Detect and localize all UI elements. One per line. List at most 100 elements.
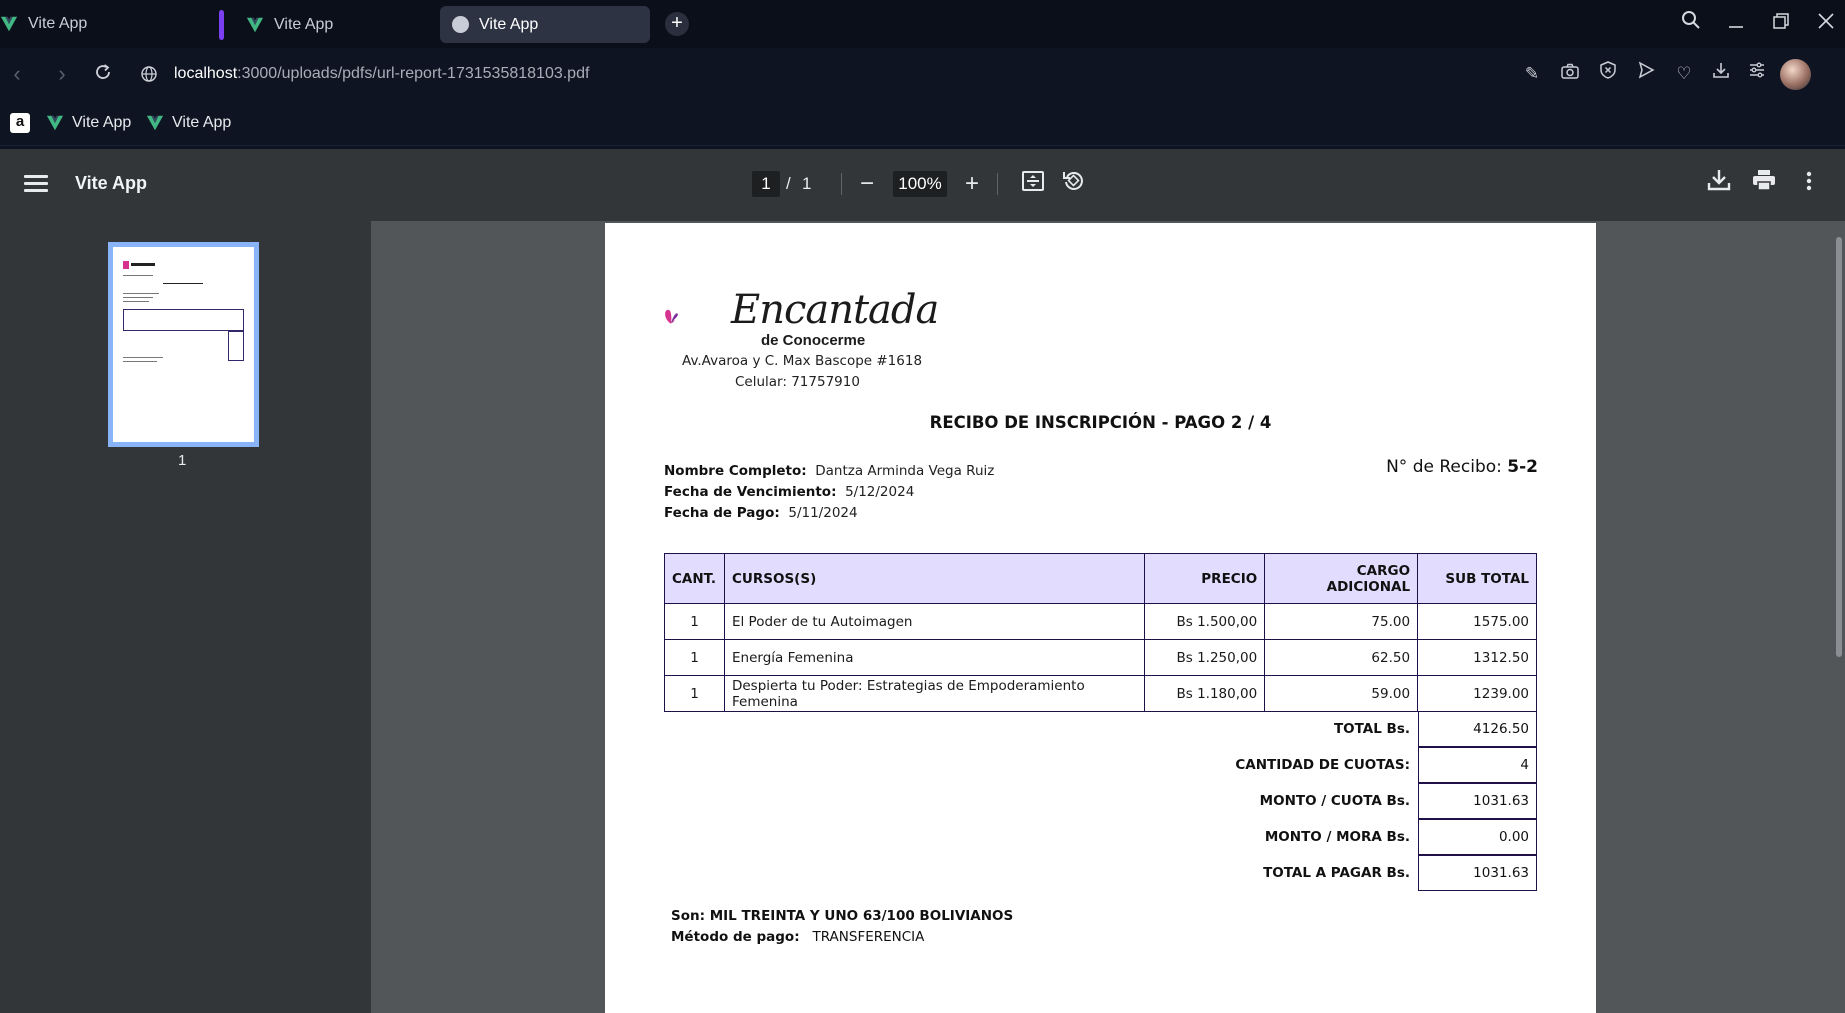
url-field[interactable]: localhost:3000/uploads/pdfs/url-report-1…	[136, 56, 1476, 92]
browser-tab-strip: Vite App Vite App Vite App +	[0, 0, 1845, 48]
send-icon[interactable]	[1633, 61, 1659, 87]
late-fee-row: MONTO / MORA Bs. 0.00	[664, 819, 1537, 855]
vite-logo-icon	[146, 115, 164, 131]
forward-icon[interactable]: ›	[48, 60, 76, 88]
new-tab-button[interactable]: +	[665, 12, 689, 36]
installment-amount-label: MONTO / CUOTA Bs.	[1259, 793, 1410, 809]
scrollbar-thumb[interactable]	[1836, 237, 1842, 657]
name-value: Dantza Arminda Vega Ruiz	[815, 463, 995, 479]
download-icon[interactable]	[1704, 169, 1734, 199]
heart-icon[interactable]: ♡	[1671, 61, 1697, 87]
amount-due-value: 1031.63	[1418, 855, 1537, 891]
fit-page-icon[interactable]	[1018, 169, 1048, 199]
tab-vite-app-1[interactable]: Vite App	[0, 5, 99, 42]
bookmarks-bar: a Vite App Vite App	[0, 101, 1845, 146]
amazon-icon: a	[10, 113, 30, 133]
tab-vite-app-2[interactable]: Vite App	[218, 6, 434, 43]
business-phone: Celular: 71757910	[735, 374, 860, 390]
page-number-input[interactable]: 1	[752, 171, 780, 197]
tab-title: Vite App	[479, 15, 539, 33]
close-icon[interactable]	[1811, 10, 1841, 38]
cell-extra-charge: 62.50	[1264, 639, 1419, 676]
minimize-icon[interactable]	[1721, 10, 1751, 38]
restore-icon[interactable]	[1766, 10, 1796, 38]
table-row: 1 Energía Femenina Bs 1.250,00 62.50 131…	[664, 639, 1537, 676]
adblock-icon[interactable]	[1595, 61, 1621, 87]
cell-course: El Poder de tu Autoimagen	[723, 603, 1146, 640]
search-tabs-icon[interactable]	[1676, 10, 1706, 38]
installment-amount-value: 1031.63	[1418, 783, 1537, 819]
bookmark-amazon[interactable]: a	[10, 111, 30, 135]
total-value: 4126.50	[1418, 711, 1537, 747]
column-header: CANT.	[664, 553, 725, 604]
pdf-toolbar: Vite App 1 / 1 − 100% +	[0, 149, 1845, 221]
due-date-label: Fecha de Vencimiento:	[664, 484, 837, 500]
bookmark-label: Vite App	[72, 114, 132, 131]
installment-amount-row: MONTO / CUOTA Bs. 1031.63	[664, 783, 1537, 819]
vite-logo-icon	[0, 16, 18, 31]
column-header: SUB TOTAL	[1417, 553, 1537, 604]
print-icon[interactable]	[1749, 169, 1779, 199]
pdf-title: Vite App	[75, 173, 148, 193]
url-path: :3000/uploads/pdfs/url-report-1731535818…	[237, 65, 590, 82]
receipt-label: N° de Recibo:	[1386, 457, 1502, 477]
installments-label: CANTIDAD DE CUOTAS:	[1235, 757, 1410, 773]
page-total: 1	[802, 174, 812, 193]
cell-subtotal: 1239.00	[1417, 675, 1537, 712]
cell-quantity: 1	[664, 675, 725, 712]
document-title: RECIBO DE INSCRIPCIÓN - PAGO 2 / 4	[929, 413, 1272, 432]
cell-price: Bs 1.500,00	[1144, 603, 1266, 640]
installments-row: CANTIDAD DE CUOTAS: 4	[664, 747, 1537, 783]
name-line: Nombre Completo: Dantza Arminda Vega Rui…	[664, 463, 994, 479]
business-address: Av.Avaroa y C. Max Bascope #1618	[682, 353, 923, 369]
tab-title: Vite App	[274, 15, 334, 33]
cell-price: Bs 1.250,00	[1144, 639, 1266, 676]
butterfly-logo-icon	[665, 309, 678, 324]
vertical-scrollbar[interactable]	[1833, 221, 1845, 1013]
back-icon[interactable]: ‹	[3, 60, 31, 88]
cell-quantity: 1	[664, 639, 725, 676]
due-date-value: 5/12/2024	[845, 484, 915, 500]
cell-extra-charge: 59.00	[1264, 675, 1419, 712]
payment-date-label: Fecha de Pago:	[664, 505, 780, 521]
column-header: CARGO ADICIONAL	[1264, 553, 1419, 604]
total-row: TOTAL Bs. 4126.50	[664, 711, 1537, 747]
hamburger-menu-icon[interactable]	[22, 171, 50, 199]
page-thumbnail[interactable]	[108, 242, 259, 447]
bookmark-vite-app-1[interactable]: Vite App	[46, 111, 131, 135]
amount-due-row: TOTAL A PAGAR Bs. 1031.63	[664, 855, 1537, 891]
table-header-row: CANT. CURSOS(S) PRECIO CARGO ADICIONAL S…	[664, 553, 1537, 604]
cell-quantity: 1	[664, 603, 725, 640]
settings-sliders-icon[interactable]	[1744, 61, 1770, 87]
tab-vite-app-active[interactable]: Vite App	[440, 6, 650, 43]
cell-extra-charge: 75.00	[1264, 603, 1419, 640]
cell-subtotal: 1575.00	[1417, 603, 1537, 640]
cell-price: Bs 1.180,00	[1144, 675, 1266, 712]
late-fee-value: 0.00	[1418, 819, 1537, 855]
brand-tagline: de Conocerme	[761, 332, 866, 349]
site-info-icon[interactable]	[136, 61, 162, 87]
courses-table: CANT. CURSOS(S) PRECIO CARGO ADICIONAL S…	[664, 553, 1537, 712]
cell-course: Energía Femenina	[723, 639, 1146, 676]
profile-avatar[interactable]	[1780, 59, 1811, 90]
late-fee-label: MONTO / MORA Bs.	[1264, 829, 1410, 845]
table-row: 1 Despierta tu Poder: Estrategias de Emp…	[664, 675, 1537, 712]
name-label: Nombre Completo:	[664, 463, 807, 479]
zoom-in-icon[interactable]: +	[957, 169, 987, 199]
payment-method-label: Método de pago:	[671, 929, 800, 945]
bookmark-vite-app-2[interactable]: Vite App	[146, 111, 231, 135]
download-icon[interactable]	[1708, 61, 1734, 87]
bookmark-label: Vite App	[172, 114, 232, 131]
payment-method-line: Método de pago: TRANSFERENCIA	[671, 929, 924, 945]
more-options-icon[interactable]	[1794, 169, 1824, 199]
thumbnail-sidebar: 1	[0, 221, 371, 1013]
reload-icon[interactable]	[89, 60, 117, 88]
rotate-icon[interactable]	[1058, 169, 1088, 199]
toolbar-divider	[997, 173, 998, 195]
camera-icon[interactable]	[1557, 61, 1583, 87]
zoom-input[interactable]: 100%	[893, 171, 947, 197]
edit-icon[interactable]: ✎	[1519, 61, 1545, 87]
payment-date-value: 5/11/2024	[788, 505, 858, 521]
amount-in-words: Son: MIL TREINTA Y UNO 63/100 BOLIVIANOS	[671, 908, 1014, 924]
zoom-out-icon[interactable]: −	[852, 169, 882, 199]
